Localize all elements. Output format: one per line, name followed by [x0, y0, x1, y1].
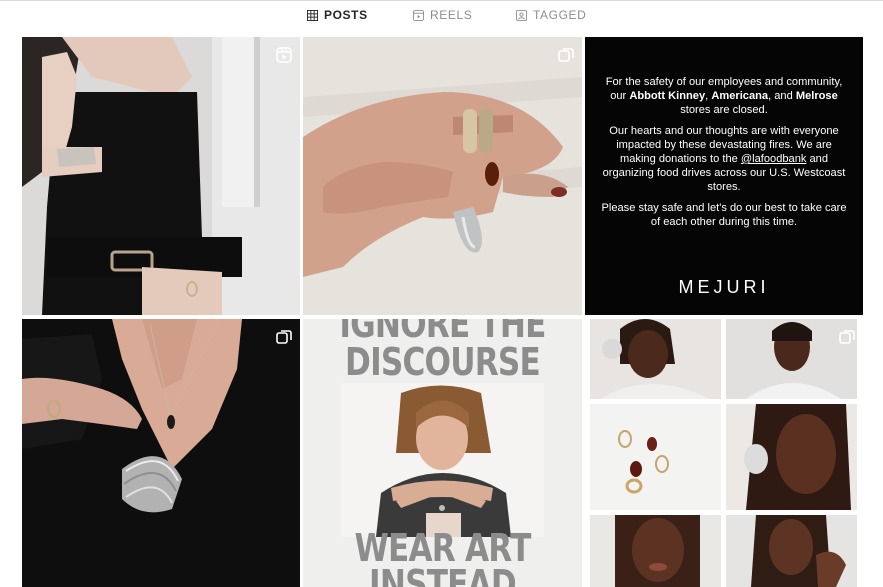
grid-icon [307, 9, 318, 21]
post-thumbnail-notice[interactable]: For the safety of our employees and comm… [585, 37, 863, 315]
tagged-icon [516, 9, 527, 21]
post-thumbnail[interactable] [22, 319, 300, 587]
tab-tagged[interactable]: TAGGED [516, 7, 586, 23]
profile-tabs: POSTS REELS TAGGED [0, 0, 883, 30]
notice-paragraph: For the safety of our employees and comm… [605, 76, 843, 116]
reel-badge [276, 47, 292, 63]
notice-paragraph: Our hearts and our thoughts are with eve… [602, 125, 846, 193]
brand-logo: MEJURI [678, 277, 770, 297]
post-thumbnail-wear-art[interactable]: IGNORE THE DISCOURSE WEAR ART INSTEAD [303, 319, 582, 587]
collage-photo [726, 404, 857, 510]
collage-photo [726, 319, 857, 399]
carousel-badge [276, 329, 292, 345]
post-thumbnail[interactable] [22, 37, 300, 315]
notice-text: For the safety of our employees and comm… [597, 75, 851, 236]
post-thumbnail-collage[interactable] [585, 319, 863, 587]
notice-paragraph: Please stay safe and let's do our best t… [601, 202, 847, 228]
tab-reels-label: REELS [430, 8, 473, 22]
collage-photo [590, 319, 721, 399]
carousel-icon [558, 48, 574, 62]
carousel-icon [276, 330, 292, 344]
post-photo [22, 37, 300, 315]
reel-icon [276, 47, 292, 63]
carousel-icon [839, 330, 855, 344]
carousel-badge [839, 329, 855, 345]
tab-reels[interactable]: REELS [413, 7, 472, 23]
model-photo [341, 383, 544, 537]
reels-icon [413, 9, 424, 21]
tab-tagged-label: TAGGED [533, 8, 587, 22]
tab-posts[interactable]: POSTS [307, 7, 368, 23]
carousel-badge [558, 47, 574, 63]
collage-photo [726, 515, 857, 587]
headline-top-line-2: DISCOURSE [345, 340, 541, 384]
headline-bottom-line-2: INSTEAD [369, 562, 517, 587]
collage-photo [590, 404, 721, 510]
collage-photo [590, 515, 721, 587]
post-thumbnail[interactable] [303, 37, 582, 315]
post-photo [22, 319, 300, 587]
post-photo [303, 37, 582, 315]
tab-posts-label: POSTS [324, 8, 368, 22]
